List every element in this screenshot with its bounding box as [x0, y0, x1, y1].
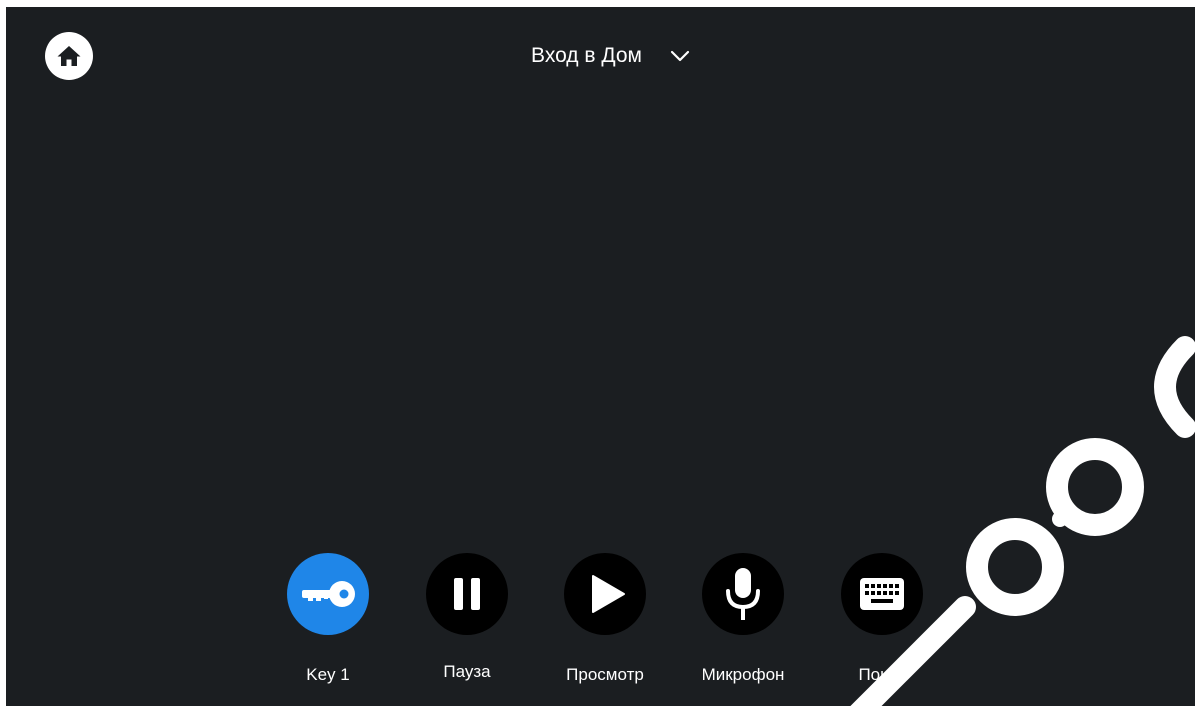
- video-intercom-screen: Вход в Дом Key 1 Пауза Просмотр Микрофон…: [6, 7, 1195, 706]
- keyboard-icon: [859, 577, 905, 611]
- control-view: Просмотр: [540, 553, 670, 685]
- pause-label: Пауза: [443, 662, 491, 681]
- search-button[interactable]: [841, 553, 923, 635]
- control-search: Поиск: [817, 553, 947, 685]
- chevron-down-icon: [670, 50, 690, 62]
- key-icon: [299, 579, 357, 609]
- control-microphone: Микрофон: [678, 553, 808, 685]
- microphone-icon: [723, 566, 763, 622]
- key-1-label: Key 1: [306, 665, 350, 684]
- pause-icon: [452, 577, 482, 611]
- microphone-button[interactable]: [702, 553, 784, 635]
- key-1-button[interactable]: [287, 553, 369, 635]
- control-pause: Пауза: [402, 553, 532, 682]
- door-selector-dropdown[interactable]: Вход в Дом: [531, 44, 690, 68]
- door-title: Вход в Дом: [531, 44, 642, 67]
- control-key-1: Key 1: [263, 553, 393, 685]
- view-label: Просмотр: [566, 665, 644, 684]
- pause-button[interactable]: [426, 553, 508, 635]
- view-button[interactable]: [564, 553, 646, 635]
- play-icon: [590, 574, 626, 614]
- microphone-label: Микрофон: [701, 665, 785, 684]
- header: Вход в Дом: [6, 37, 1195, 75]
- search-label: Поиск: [858, 665, 906, 684]
- control-bar: Key 1 Пауза Просмотр Микрофон Поиск: [6, 553, 1195, 703]
